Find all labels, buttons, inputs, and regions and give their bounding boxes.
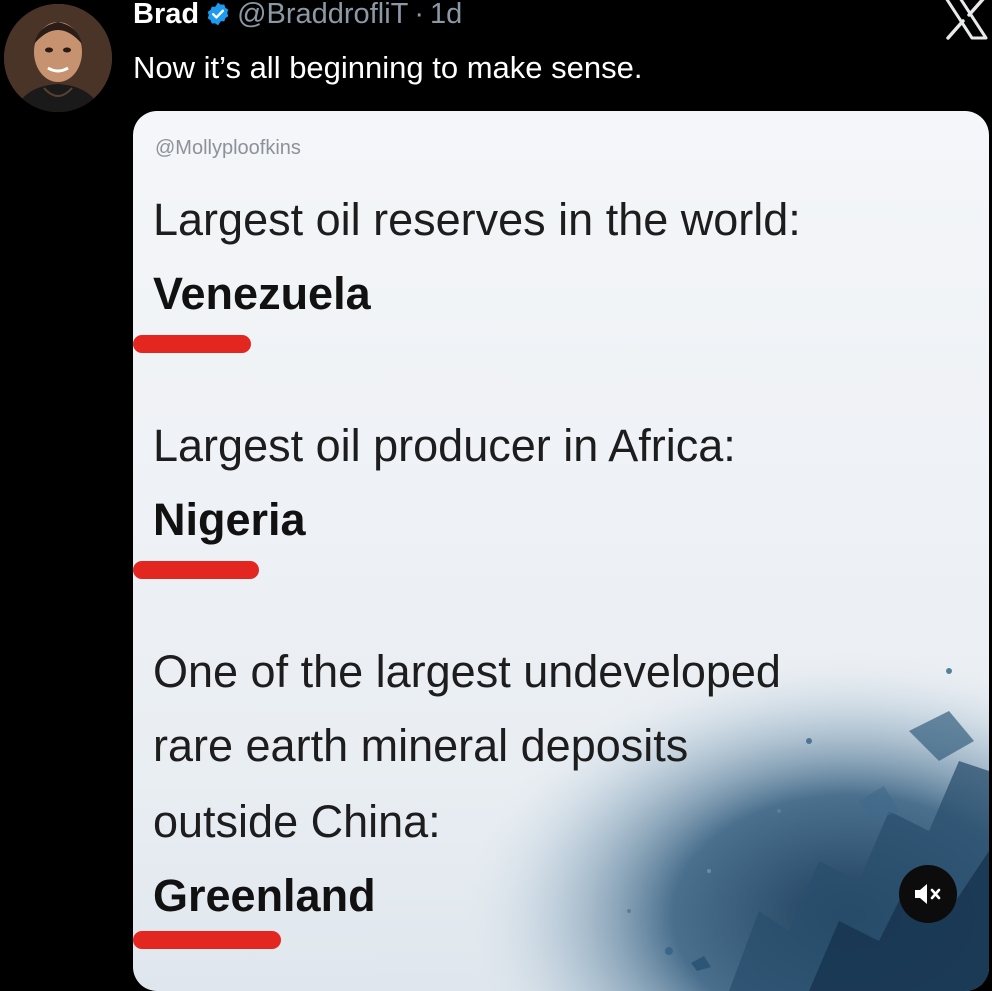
tweet-media[interactable]: @Mollyploofkins Largest oil reserves in … (133, 111, 989, 991)
tweet-text: Now it’s all beginning to make sense. (133, 50, 643, 85)
red-underline (133, 335, 251, 353)
red-underline (133, 561, 259, 579)
producer-answer: Nigeria (153, 494, 306, 545)
minerals-label-line1: One of the largest undeveloped (153, 646, 781, 697)
verified-badge-icon (205, 1, 231, 27)
minerals-label-line2: rare earth mineral deposits (153, 720, 689, 771)
volume-muted-icon (915, 884, 941, 904)
red-underline (133, 931, 281, 949)
tweet-header: Brad @BraddrofliT · 1d (133, 0, 462, 34)
x-logo-icon[interactable] (943, 0, 989, 40)
timestamp[interactable]: 1d (430, 0, 462, 31)
author-name[interactable]: Brad (133, 0, 199, 31)
separator-dot: · (414, 0, 425, 30)
producer-label: Largest oil producer in Africa: (153, 420, 736, 471)
minerals-label-line3: outside China: (153, 796, 441, 847)
watermark: @Mollyploofkins (155, 137, 301, 159)
reserves-answer: Venezuela (153, 268, 371, 319)
author-handle[interactable]: @BraddrofliT (237, 0, 408, 31)
reserves-label: Largest oil reserves in the world: (153, 194, 801, 245)
avatar-photo (4, 4, 112, 112)
mute-button[interactable] (899, 865, 957, 923)
avatar[interactable] (4, 4, 112, 112)
minerals-answer: Greenland (153, 870, 376, 921)
